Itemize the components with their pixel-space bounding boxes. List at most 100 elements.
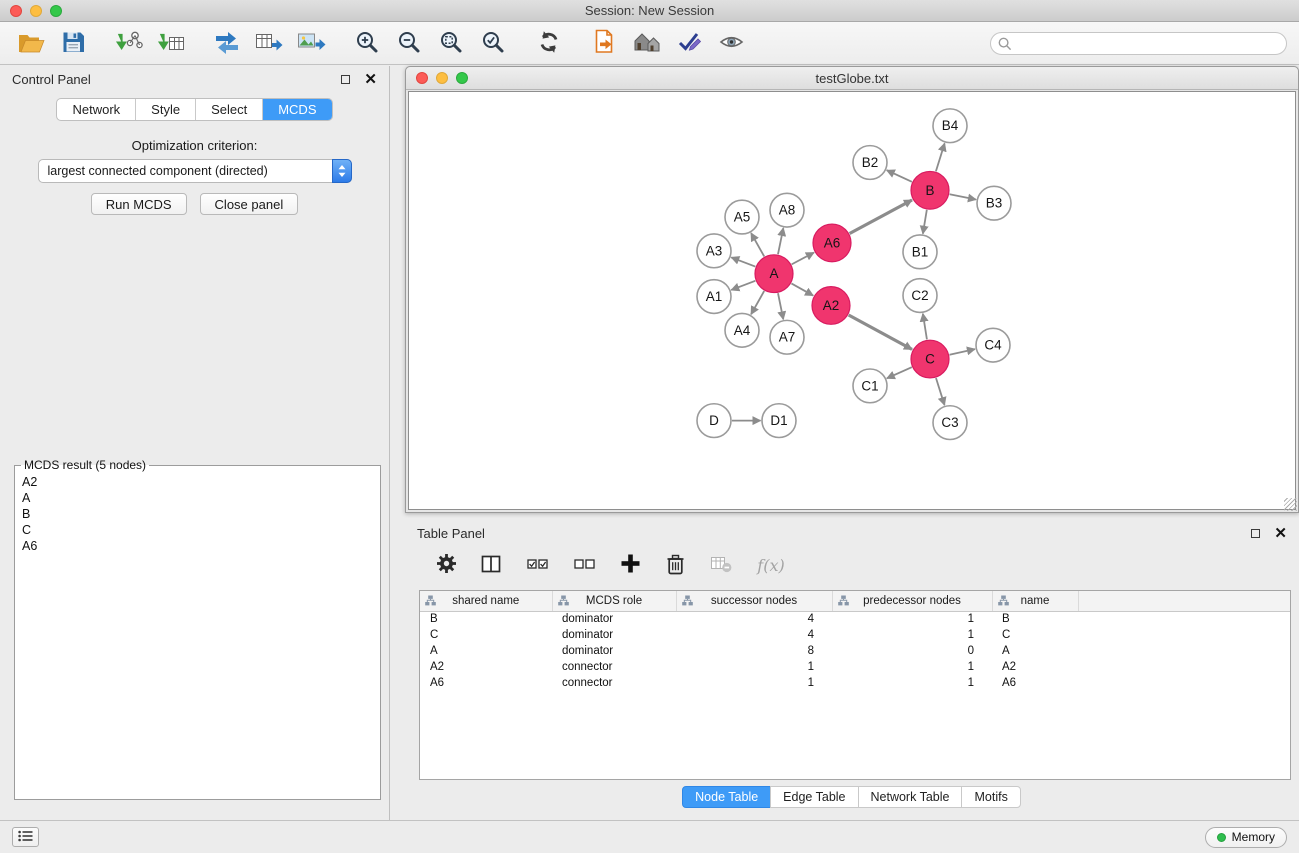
show-hide-eye-button[interactable] — [712, 26, 750, 60]
node-A4[interactable]: A4 — [725, 313, 759, 347]
edge-A-A7[interactable] — [778, 293, 783, 319]
import-network-button[interactable] — [110, 26, 148, 60]
network-overview-button[interactable] — [628, 26, 666, 60]
node-A[interactable]: A — [755, 255, 793, 293]
node-B2[interactable]: B2 — [853, 146, 887, 180]
column-header-name[interactable]: name — [992, 591, 1078, 611]
table-row[interactable]: A6connector11A6 — [420, 675, 1290, 691]
edge-B-B1[interactable] — [923, 210, 927, 234]
tab-network[interactable]: Network — [57, 99, 136, 120]
table-row[interactable]: A2connector11A2 — [420, 659, 1290, 675]
edge-A-A1[interactable] — [731, 281, 755, 290]
document-export-button[interactable] — [586, 26, 624, 60]
edge-A-A8[interactable] — [778, 228, 783, 254]
edge-B-B4[interactable] — [936, 143, 945, 171]
node-A5[interactable]: A5 — [725, 200, 759, 234]
apply-layout-button[interactable] — [530, 26, 568, 60]
node-B3[interactable]: B3 — [977, 186, 1011, 220]
table-settings-button[interactable] — [433, 552, 459, 578]
zoom-in-button[interactable] — [348, 26, 386, 60]
export-image-button[interactable] — [292, 26, 330, 60]
edge-C-C3[interactable] — [936, 378, 945, 405]
add-column-button[interactable] — [617, 552, 643, 578]
column-header-shared-name[interactable]: shared name — [420, 591, 552, 611]
delete-table-button[interactable] — [707, 552, 735, 578]
mcds-result-item[interactable]: B — [19, 506, 376, 522]
edge-A2-C[interactable] — [849, 315, 912, 349]
run-mcds-button[interactable]: Run MCDS — [91, 193, 187, 215]
close-table-panel-icon[interactable]: ✕ — [1274, 526, 1287, 541]
save-session-button[interactable] — [54, 26, 92, 60]
edge-A-A6[interactable] — [792, 253, 814, 265]
open-file-button[interactable] — [12, 26, 50, 60]
deselect-all-columns-button[interactable] — [570, 552, 598, 578]
node-B1[interactable]: B1 — [903, 235, 937, 269]
node-A1[interactable]: A1 — [697, 280, 731, 314]
edge-A-A5[interactable] — [751, 233, 764, 256]
table-row[interactable]: Cdominator41C — [420, 627, 1290, 643]
tab-mcds[interactable]: MCDS — [263, 99, 331, 120]
export-table-button[interactable] — [250, 26, 288, 60]
edge-B-B3[interactable] — [950, 194, 976, 199]
node-B4[interactable]: B4 — [933, 109, 967, 143]
network-canvas-area[interactable]: B4 B2 B B3 B1 A5 A8 A6 A3 A A1 A2 C2 A4 A7 C4 C C1 C3 D D1 — [408, 91, 1296, 510]
task-history-button[interactable] — [12, 827, 39, 847]
float-panel-icon[interactable] — [341, 75, 350, 84]
tab-style[interactable]: Style — [136, 99, 196, 120]
annotation-pen-button[interactable] — [670, 26, 708, 60]
mcds-result-item[interactable]: C — [19, 522, 376, 538]
export-network-button[interactable] — [208, 26, 246, 60]
network-window-titlebar[interactable]: testGlobe.txt — [406, 67, 1298, 90]
tab-network-table[interactable]: Network Table — [858, 786, 963, 808]
show-columns-button[interactable] — [478, 552, 504, 578]
edge-B-B2[interactable] — [887, 170, 912, 182]
node-A8[interactable]: A8 — [770, 193, 804, 227]
tab-select[interactable]: Select — [196, 99, 263, 120]
node-A3[interactable]: A3 — [697, 234, 731, 268]
node-D[interactable]: D — [697, 404, 731, 438]
column-header-predecessor-nodes[interactable]: predecessor nodes — [832, 591, 992, 611]
node-A2[interactable]: A2 — [812, 287, 850, 325]
column-header-successor-nodes[interactable]: successor nodes — [676, 591, 832, 611]
node-D1[interactable]: D1 — [762, 404, 796, 438]
node-C1[interactable]: C1 — [853, 369, 887, 403]
window-resize-grip[interactable] — [1284, 498, 1297, 511]
node-C2[interactable]: C2 — [903, 279, 937, 313]
mcds-result-item[interactable]: A6 — [19, 538, 376, 554]
svg-text:D: D — [709, 413, 719, 428]
node-A7[interactable]: A7 — [770, 320, 804, 354]
edge-C-C2[interactable] — [923, 314, 927, 340]
memory-button[interactable]: Memory — [1205, 827, 1287, 848]
import-table-button[interactable] — [152, 26, 190, 60]
select-all-columns-button[interactable] — [523, 552, 551, 578]
mcds-result-item[interactable]: A — [19, 490, 376, 506]
zoom-selected-button[interactable] — [474, 26, 512, 60]
edge-A-A4[interactable] — [751, 291, 764, 314]
search-input[interactable] — [990, 32, 1287, 55]
edge-A-A2[interactable] — [791, 283, 813, 295]
table-row[interactable]: Bdominator41B — [420, 611, 1290, 627]
node-A6[interactable]: A6 — [813, 224, 851, 262]
delete-column-button[interactable] — [662, 552, 688, 578]
criterion-dropdown[interactable]: largest connected component (directed) — [38, 159, 352, 183]
node-C3[interactable]: C3 — [933, 406, 967, 440]
float-table-panel-icon[interactable] — [1251, 529, 1260, 538]
column-header-MCDS-role[interactable]: MCDS role — [552, 591, 676, 611]
tab-motifs[interactable]: Motifs — [961, 786, 1020, 808]
node-C[interactable]: C — [911, 340, 949, 378]
table-row[interactable]: Adominator80A — [420, 643, 1290, 659]
edge-C-C4[interactable] — [950, 349, 975, 355]
node-C4[interactable]: C4 — [976, 328, 1010, 362]
close-panel-icon[interactable]: ✕ — [364, 72, 377, 87]
edge-A6-B[interactable] — [850, 200, 912, 233]
edge-A-A3[interactable] — [731, 257, 755, 266]
zoom-fit-button[interactable] — [432, 26, 470, 60]
zoom-out-button[interactable] — [390, 26, 428, 60]
function-builder-button[interactable]: f(x) — [754, 552, 788, 578]
edge-C-C1[interactable] — [887, 367, 912, 378]
tab-node-table[interactable]: Node Table — [682, 786, 771, 808]
close-panel-button[interactable]: Close panel — [200, 193, 299, 215]
tab-edge-table[interactable]: Edge Table — [770, 786, 858, 808]
node-B[interactable]: B — [911, 171, 949, 209]
mcds-result-item[interactable]: A2 — [19, 474, 376, 490]
